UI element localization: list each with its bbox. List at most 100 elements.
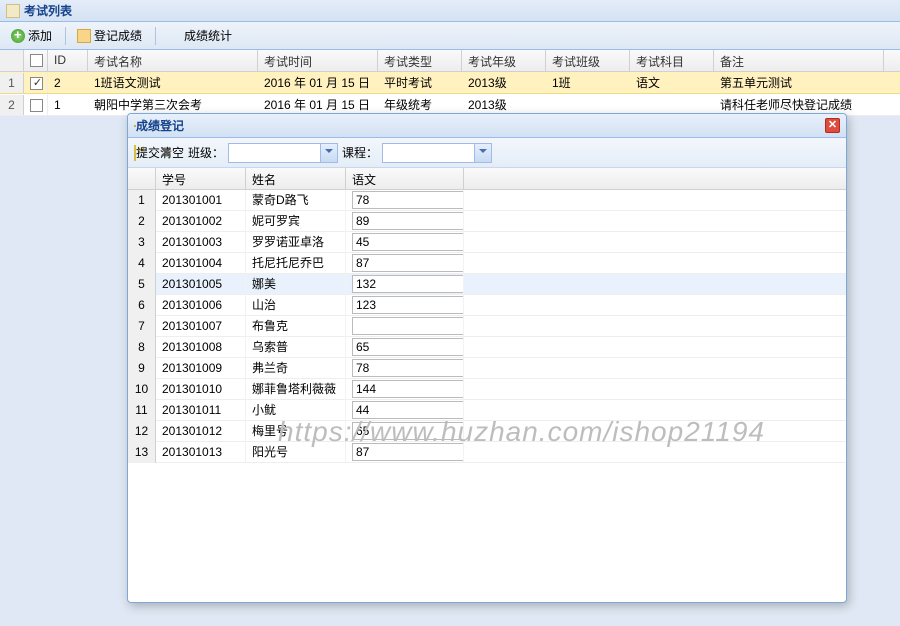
cell-score	[346, 211, 464, 232]
table-row[interactable]: 11201301011小鱿	[128, 400, 846, 421]
cell-student-name: 娜菲鲁塔利薇薇	[246, 379, 346, 400]
register-results-button[interactable]: 登记成绩	[70, 24, 149, 47]
add-label: 添加	[28, 27, 52, 44]
check-header[interactable]	[24, 50, 48, 71]
chevron-down-icon[interactable]	[474, 144, 491, 162]
cell-class	[546, 102, 630, 108]
cell-student-name: 布鲁克	[246, 316, 346, 337]
score-input[interactable]	[352, 422, 464, 440]
panel-header: 考试列表	[0, 0, 900, 22]
score-grid-body: 1201301001蒙奇D路飞2201301002妮可罗宾3201301003罗…	[128, 190, 846, 463]
table-row[interactable]: 7201301007布鲁克	[128, 316, 846, 337]
score-input[interactable]	[352, 233, 464, 251]
table-row[interactable]: 3201301003罗罗诺亚卓洛	[128, 232, 846, 253]
score-input[interactable]	[352, 380, 464, 398]
col-student-name[interactable]: 姓名	[246, 168, 346, 189]
cell-score	[346, 295, 464, 316]
score-input[interactable]	[352, 317, 464, 335]
rownum: 13	[128, 442, 156, 463]
table-row[interactable]: 5201301005娜美	[128, 274, 846, 295]
row-checkbox[interactable]	[24, 72, 48, 92]
score-input[interactable]	[352, 338, 464, 356]
table-row[interactable]: 12201301012梅里号	[128, 421, 846, 442]
cell-student-no: 201301008	[156, 337, 246, 358]
score-input[interactable]	[352, 443, 464, 461]
table-row[interactable]: 2201301002妮可罗宾	[128, 211, 846, 232]
cell-name: 1班语文测试	[88, 71, 258, 94]
table-row[interactable]: 9201301009弗兰奇	[128, 358, 846, 379]
class-label: 班级：	[188, 144, 224, 161]
cell-student-name: 蒙奇D路飞	[246, 190, 346, 211]
main-toolbar: 添加 登记成绩 成绩统计	[0, 22, 900, 50]
add-button[interactable]: 添加	[4, 24, 59, 47]
cell-student-name: 山治	[246, 295, 346, 316]
col-score[interactable]: 语文	[346, 168, 464, 189]
col-class[interactable]: 考试班级	[546, 50, 630, 71]
cell-student-name: 梅里号	[246, 421, 346, 442]
col-remark[interactable]: 备注	[714, 50, 884, 71]
rownum: 9	[128, 358, 156, 379]
cell-student-no: 201301003	[156, 232, 246, 253]
course-input[interactable]	[383, 144, 474, 162]
chevron-down-icon[interactable]	[320, 144, 337, 162]
class-input[interactable]	[229, 144, 320, 162]
list-icon	[6, 4, 20, 18]
register-label: 登记成绩	[94, 27, 142, 44]
rownum: 12	[128, 421, 156, 442]
submit-icon	[134, 145, 136, 161]
cell-student-no: 201301007	[156, 316, 246, 337]
table-row[interactable]: 1201301001蒙奇D路飞	[128, 190, 846, 211]
cell-score	[346, 400, 464, 421]
clear-button[interactable]: 清空	[160, 144, 184, 161]
cell-id: 1	[48, 95, 88, 115]
cell-remark: 第五单元测试	[714, 71, 884, 94]
col-type[interactable]: 考试类型	[378, 50, 462, 71]
cell-student-name: 罗罗诺亚卓洛	[246, 232, 346, 253]
cell-student-name: 阳光号	[246, 442, 346, 463]
table-row[interactable]: 10201301010娜菲鲁塔利薇薇	[128, 379, 846, 400]
course-combo[interactable]	[382, 143, 492, 163]
stats-button[interactable]: 成绩统计	[160, 24, 239, 47]
cell-time: 2016 年 01 月 15 日	[258, 71, 378, 94]
col-name[interactable]: 考试名称	[88, 50, 258, 71]
separator	[155, 27, 156, 45]
col-student-no[interactable]: 学号	[156, 168, 246, 189]
table-row[interactable]: 4201301004托尼托尼乔巴	[128, 253, 846, 274]
cell-score	[346, 442, 464, 463]
col-subject[interactable]: 考试科目	[630, 50, 714, 71]
score-input[interactable]	[352, 296, 464, 314]
col-grade[interactable]: 考试年级	[462, 50, 546, 71]
score-input[interactable]	[352, 359, 464, 377]
cell-score	[346, 274, 464, 295]
score-input[interactable]	[352, 275, 464, 293]
cell-class: 1班	[546, 71, 630, 94]
table-row[interactable]: 6201301006山治	[128, 295, 846, 316]
table-row[interactable]: 8201301008乌索普	[128, 337, 846, 358]
panel-title: 考试列表	[24, 2, 72, 19]
score-grid-header: 学号 姓名 语文	[128, 168, 846, 190]
score-input[interactable]	[352, 212, 464, 230]
dialog-header[interactable]: 成绩登记 ✕	[128, 114, 846, 138]
cell-student-no: 201301012	[156, 421, 246, 442]
score-input[interactable]	[352, 254, 464, 272]
rownum: 1	[0, 73, 24, 93]
row-checkbox[interactable]	[24, 94, 48, 114]
col-time[interactable]: 考试时间	[258, 50, 378, 71]
close-button[interactable]: ✕	[825, 118, 840, 133]
rownum: 5	[128, 274, 156, 295]
col-id[interactable]: ID	[48, 50, 88, 71]
cell-student-name: 妮可罗宾	[246, 211, 346, 232]
rownum: 6	[128, 295, 156, 316]
cell-student-name: 小鱿	[246, 400, 346, 421]
score-input[interactable]	[352, 191, 464, 209]
rownum: 7	[128, 316, 156, 337]
cell-score	[346, 232, 464, 253]
table-row[interactable]: 121班语文测试2016 年 01 月 15 日平时考试2013级1班语文第五单…	[0, 72, 900, 94]
rownum: 4	[128, 253, 156, 274]
submit-button[interactable]: 提交	[134, 144, 160, 161]
table-row[interactable]: 13201301013阳光号	[128, 442, 846, 463]
score-input[interactable]	[352, 401, 464, 419]
class-combo[interactable]	[228, 143, 338, 163]
cell-student-no: 201301006	[156, 295, 246, 316]
cell-student-no: 201301011	[156, 400, 246, 421]
